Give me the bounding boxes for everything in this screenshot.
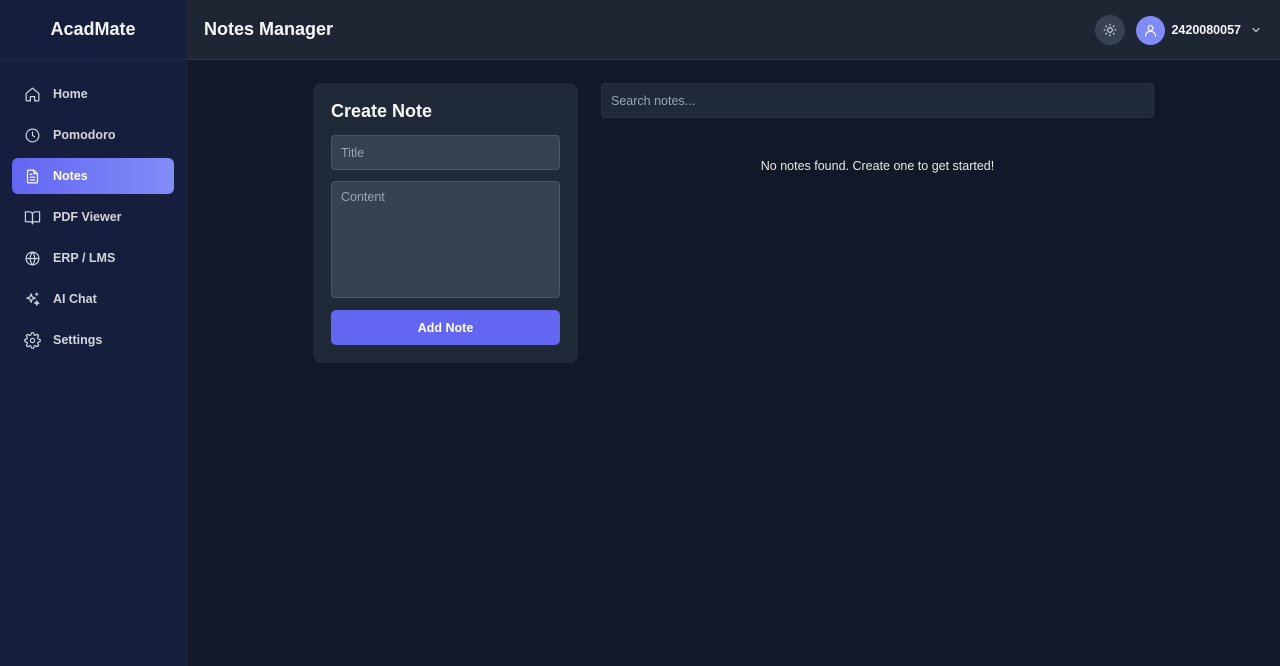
app-logo[interactable]: AcadMate [0, 0, 186, 60]
page-title: Notes Manager [204, 19, 334, 39]
sidebar: AcadMate Home Pomodoro Notes PDF Viewer [0, 0, 187, 666]
sidebar-item-label: Home [53, 87, 88, 101]
create-note-card: Create Note Add Note [313, 83, 578, 363]
theme-toggle-button[interactable] [1095, 15, 1126, 45]
gear-icon [24, 331, 41, 349]
top-bar: Notes Manager 2420080057 [187, 0, 1280, 60]
sidebar-item-label: PDF Viewer [53, 210, 122, 224]
sidebar-item-label: AI Chat [53, 292, 97, 306]
globe-icon [24, 250, 41, 267]
clock-icon [24, 127, 41, 144]
sidebar-item-label: Settings [53, 333, 103, 347]
user-id-label[interactable]: 2420080057 [1171, 23, 1241, 37]
create-note-heading: Create Note [331, 101, 433, 121]
empty-state-message: No notes found. Create one to get starte… [760, 159, 995, 173]
note-title-input[interactable] [331, 135, 560, 170]
sidebar-item-home[interactable]: Home [12, 76, 174, 112]
sun-icon [1104, 23, 1117, 37]
file-text-icon [24, 168, 41, 185]
header-actions: 2420080057 [1095, 0, 1280, 60]
sidebar-nav: Home Pomodoro Notes PDF Viewer ERP / LMS [0, 60, 186, 358]
sparkles-icon [24, 291, 41, 308]
sidebar-item-label: Pomodoro [53, 128, 116, 142]
sidebar-item-erp-lms[interactable]: ERP / LMS [12, 240, 174, 276]
note-content-textarea[interactable] [331, 181, 560, 298]
user-icon [1145, 24, 1157, 37]
home-icon [24, 86, 41, 103]
add-note-button[interactable]: Add Note [331, 310, 560, 345]
sidebar-item-settings[interactable]: Settings [12, 322, 174, 358]
chevron-down-icon[interactable] [1250, 24, 1262, 36]
avatar[interactable] [1136, 15, 1166, 45]
book-open-icon [24, 209, 41, 226]
search-notes-input[interactable] [601, 83, 1154, 118]
sidebar-item-pomodoro[interactable]: Pomodoro [12, 117, 174, 153]
sidebar-item-notes[interactable]: Notes [12, 158, 174, 194]
sidebar-item-label: Notes [53, 169, 88, 183]
sidebar-item-ai-chat[interactable]: AI Chat [12, 281, 174, 317]
sidebar-item-pdf-viewer[interactable]: PDF Viewer [12, 199, 174, 235]
sidebar-item-label: ERP / LMS [53, 251, 116, 265]
